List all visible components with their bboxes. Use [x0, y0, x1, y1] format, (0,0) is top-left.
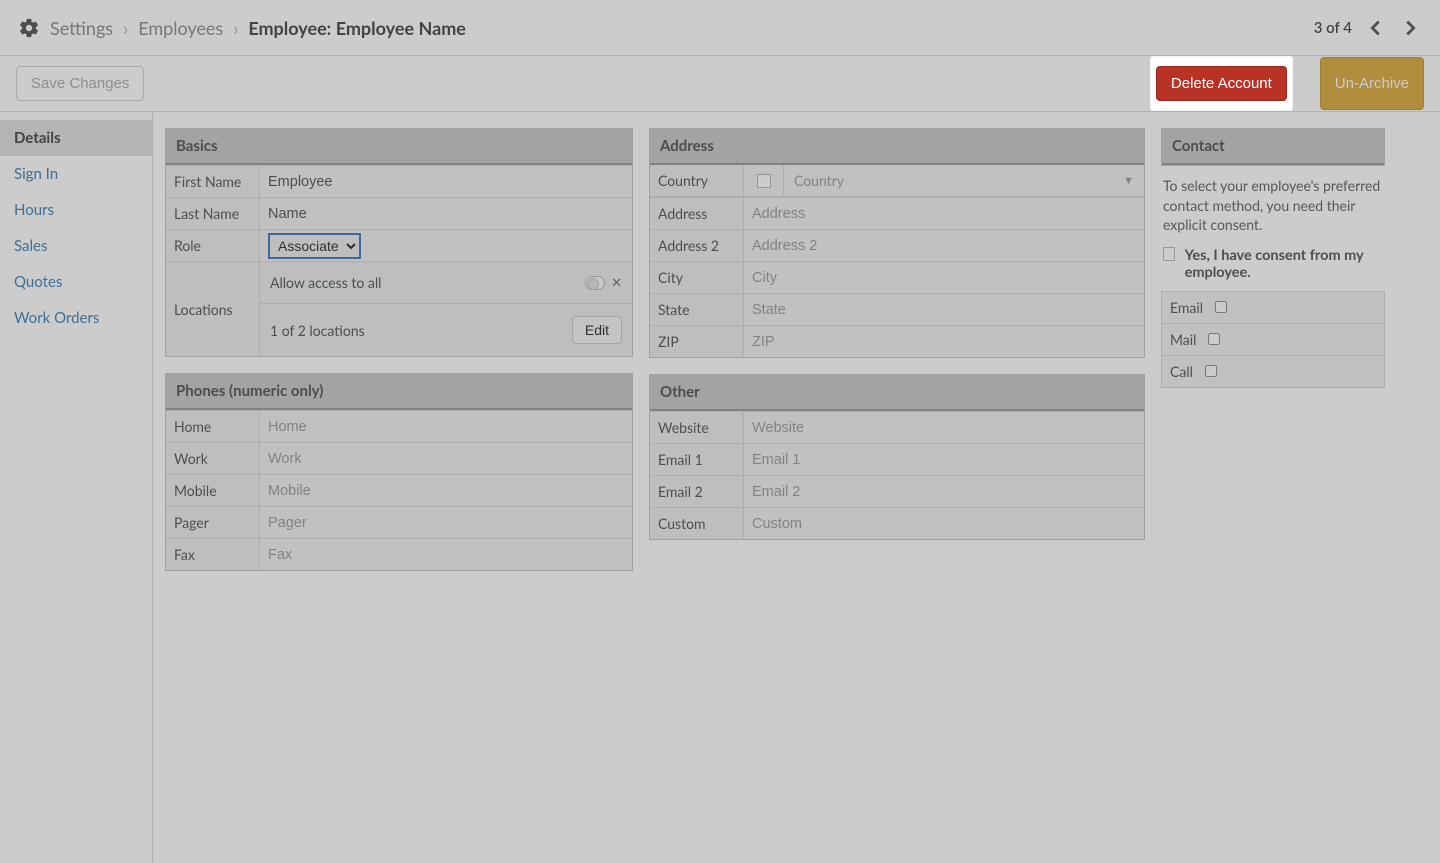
contact-method-mail-checkbox[interactable] [1208, 333, 1220, 345]
panel-other: Other Website Email 1 Email 2 Custom [649, 374, 1145, 540]
website-input[interactable] [752, 414, 1136, 442]
sidebar-item-workorders[interactable]: Work Orders [0, 300, 152, 336]
allow-access-toggle[interactable] [585, 276, 605, 290]
chevron-down-icon: ▼ [1123, 174, 1134, 187]
phone-mobile-input[interactable] [268, 477, 624, 505]
phone-fax-input[interactable] [268, 541, 624, 569]
label-email2: Email 2 [650, 476, 744, 507]
consent-checkbox[interactable] [1163, 247, 1175, 261]
label-custom: Custom [650, 508, 744, 539]
panel-header-contact: Contact [1162, 129, 1384, 165]
sidebar-item-quotes[interactable]: Quotes [0, 264, 152, 300]
panel-phones: Phones (numeric only) Home Work Mobile P… [165, 373, 633, 571]
email1-input[interactable] [752, 446, 1136, 474]
locations-count: 1 of 2 locations [270, 322, 365, 339]
first-name-input[interactable] [268, 168, 624, 196]
action-bar: Save Changes Delete Account Un-Archive [0, 56, 1440, 112]
breadcrumb-settings[interactable]: Settings [50, 17, 113, 39]
save-changes-button[interactable]: Save Changes [16, 66, 144, 101]
panel-header-phones: Phones (numeric only) [166, 374, 632, 410]
label-phone-work: Work [166, 443, 260, 474]
custom-input[interactable] [752, 510, 1136, 538]
last-name-input[interactable] [268, 200, 624, 228]
allow-access-label: Allow access to all [270, 274, 381, 291]
contact-methods: Email Mail Call [1161, 291, 1385, 388]
role-select[interactable]: Associate [268, 233, 361, 259]
chevron-right-icon: › [123, 17, 128, 39]
label-address1: Address [650, 198, 744, 229]
sidebar: Details Sign In Hours Sales Quotes Work … [0, 112, 153, 863]
prev-record-button[interactable] [1362, 14, 1390, 42]
state-input[interactable] [752, 296, 1136, 324]
contact-method-call-label: Call [1170, 363, 1193, 380]
breadcrumb: Settings › Employees › Employee: Employe… [50, 17, 466, 39]
sidebar-item-signin[interactable]: Sign In [0, 156, 152, 192]
address1-input[interactable] [752, 200, 1136, 228]
panel-header-address: Address [650, 129, 1144, 165]
label-phone-home: Home [166, 411, 260, 442]
gear-icon [18, 17, 40, 39]
city-input[interactable] [752, 264, 1136, 292]
zip-input[interactable] [752, 328, 1136, 356]
contact-description: To select your employee's preferred cont… [1161, 166, 1385, 245]
panel-basics: Basics First Name Last Name Role Associa… [165, 128, 633, 357]
panel-address: Address Country Country ▼ Address Addres… [649, 128, 1145, 358]
delete-highlight: Delete Account [1151, 57, 1292, 110]
country-checkbox[interactable] [757, 174, 771, 188]
form-columns: Basics First Name Last Name Role Associa… [153, 112, 1440, 863]
sidebar-item-details[interactable]: Details [0, 120, 152, 156]
delete-account-button[interactable]: Delete Account [1156, 66, 1287, 101]
label-first-name: First Name [166, 166, 260, 197]
panel-header-basics: Basics [166, 129, 632, 165]
label-role: Role [166, 230, 260, 261]
phone-pager-input[interactable] [268, 509, 624, 537]
phone-work-input[interactable] [268, 445, 624, 473]
address2-input[interactable] [752, 232, 1136, 260]
main-content: Details Sign In Hours Sales Quotes Work … [0, 112, 1440, 863]
contact-method-email-label: Email [1170, 299, 1203, 316]
next-record-button[interactable] [1396, 14, 1424, 42]
label-zip: ZIP [650, 326, 744, 357]
contact-method-call-checkbox[interactable] [1205, 365, 1217, 377]
chevron-right-icon: › [233, 17, 238, 39]
label-last-name: Last Name [166, 198, 260, 229]
label-email1: Email 1 [650, 444, 744, 475]
label-address2: Address 2 [650, 230, 744, 261]
label-locations: Locations [166, 262, 260, 356]
label-country: Country [650, 165, 744, 196]
record-counter: 3 of 4 [1314, 19, 1352, 37]
close-icon[interactable]: ✕ [611, 274, 622, 291]
label-city: City [650, 262, 744, 293]
unarchive-button[interactable]: Un-Archive [1320, 57, 1424, 110]
email2-input[interactable] [752, 478, 1136, 506]
sidebar-item-sales[interactable]: Sales [0, 228, 152, 264]
phone-home-input[interactable] [268, 413, 624, 441]
consent-label: Yes, I have consent from my employee. [1185, 247, 1383, 281]
contact-method-email-checkbox[interactable] [1215, 301, 1227, 313]
label-phone-mobile: Mobile [166, 475, 260, 506]
country-placeholder: Country [794, 172, 844, 189]
sidebar-item-hours[interactable]: Hours [0, 192, 152, 228]
country-select[interactable]: Country ▼ [784, 165, 1144, 196]
label-website: Website [650, 412, 744, 443]
label-phone-fax: Fax [166, 539, 260, 570]
edit-locations-button[interactable]: Edit [572, 316, 622, 344]
label-state: State [650, 294, 744, 325]
contact-method-mail-label: Mail [1170, 331, 1196, 348]
breadcrumb-bar: Settings › Employees › Employee: Employe… [0, 0, 1440, 56]
breadcrumb-current: Employee: Employee Name [248, 17, 466, 39]
panel-header-other: Other [650, 375, 1144, 411]
panel-contact: Contact [1161, 128, 1385, 166]
breadcrumb-employees[interactable]: Employees [138, 17, 223, 39]
label-phone-pager: Pager [166, 507, 260, 538]
